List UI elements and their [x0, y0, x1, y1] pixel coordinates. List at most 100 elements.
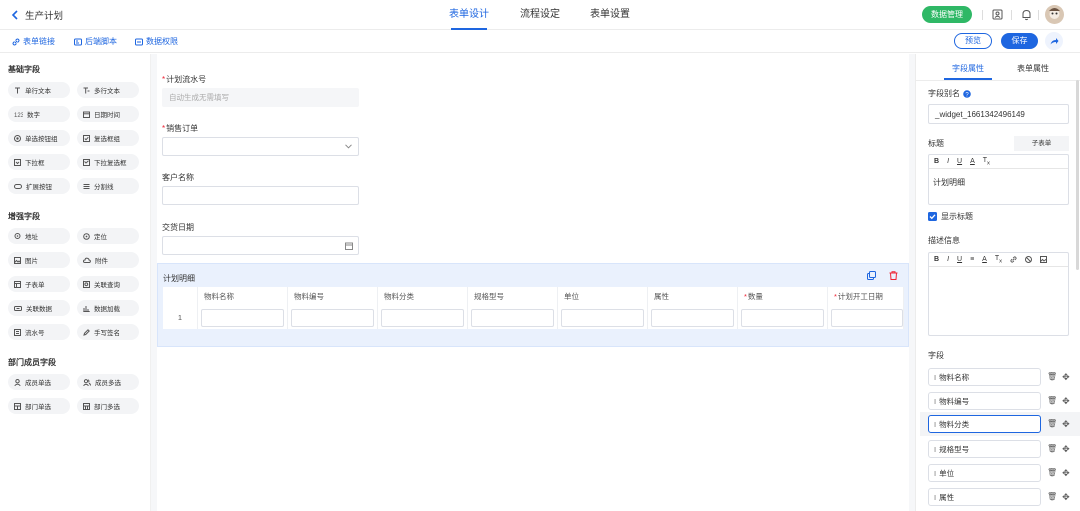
share-button[interactable] — [1045, 32, 1063, 50]
cell-input[interactable] — [471, 309, 554, 327]
cell-input[interactable] — [201, 309, 284, 327]
image-icon[interactable] — [1040, 256, 1048, 263]
table-cell[interactable] — [558, 307, 648, 329]
field-dropdown[interactable]: 下拉框 — [8, 154, 70, 170]
field-divider[interactable]: 分割线 — [77, 178, 139, 194]
field-signature[interactable]: 手写签名 — [77, 324, 139, 340]
alias-input[interactable]: _widget_1661342496149 — [928, 104, 1069, 124]
underline-icon[interactable]: U — [957, 256, 962, 263]
title-editor-content[interactable]: 计划明细 — [929, 169, 1068, 196]
field-datetime[interactable]: 日期时间 — [77, 106, 139, 122]
field-attachment[interactable]: 附件 — [77, 252, 139, 268]
field-serial-number[interactable]: 流水号 — [8, 324, 70, 340]
subfield-item[interactable]: I 属性 — [928, 488, 1041, 506]
cell-input[interactable] — [561, 309, 644, 327]
trash-icon[interactable]: 🗑 — [1047, 419, 1057, 430]
trash-icon[interactable]: 🗑 — [1047, 468, 1057, 479]
bold-icon[interactable]: B — [934, 256, 939, 263]
field-extend-button[interactable]: 扩展按钮 — [8, 178, 70, 194]
field-dept-single[interactable]: 部门单选 — [8, 398, 70, 414]
drag-handle-icon[interactable]: ✥ — [1062, 419, 1070, 430]
sales-order-select[interactable] — [162, 137, 359, 156]
field-location[interactable]: 定位 — [77, 228, 139, 244]
field-related-data[interactable]: 关联数据 — [8, 300, 70, 316]
delivery-date-input[interactable] — [162, 236, 359, 255]
cell-input[interactable] — [741, 309, 824, 327]
form-link-button[interactable]: 表单链接 — [12, 36, 55, 47]
cell-input[interactable] — [831, 309, 903, 327]
trash-icon[interactable]: 🗑 — [1047, 492, 1057, 503]
help-icon[interactable]: ? — [963, 89, 971, 98]
panel-scrollbar[interactable] — [1076, 80, 1079, 270]
table-cell[interactable] — [198, 307, 288, 329]
table-cell[interactable] — [468, 307, 558, 329]
copy-icon[interactable] — [867, 271, 876, 280]
bold-icon[interactable]: B — [934, 158, 939, 165]
font-color-icon[interactable]: A — [970, 158, 975, 165]
font-color-icon[interactable]: A — [982, 256, 987, 263]
trash-icon[interactable]: 🗑 — [1047, 444, 1057, 455]
unlink-icon[interactable] — [1025, 256, 1033, 263]
customer-name-input[interactable] — [162, 186, 359, 205]
drag-handle-icon[interactable]: ✥ — [1062, 492, 1070, 503]
table-cell[interactable] — [828, 307, 904, 329]
italic-icon[interactable]: I — [947, 158, 949, 165]
subfield-item[interactable]: I 物料名称 — [928, 368, 1041, 386]
field-number[interactable]: 123 数字 — [8, 106, 70, 122]
trash-icon[interactable] — [889, 271, 898, 280]
underline-icon[interactable]: U — [957, 158, 962, 165]
bell-icon[interactable] — [1021, 9, 1032, 21]
field-data-load[interactable]: 数据加载 — [77, 300, 139, 316]
field-related-query[interactable]: 关联查询 — [77, 276, 139, 292]
field-dept-multi[interactable]: 部门多选 — [77, 398, 139, 414]
trash-icon[interactable]: 🗑 — [1047, 396, 1057, 407]
cell-input[interactable] — [381, 309, 464, 327]
title-editor[interactable]: B I U A Tx 计划明细 — [928, 154, 1069, 205]
table-cell[interactable] — [378, 307, 468, 329]
subfield-item[interactable]: I 单位 — [928, 464, 1041, 482]
subform-block[interactable]: 计划明细 物料名称 物料编号 物料分类 规格型号 单位 属性 *数量 *计划开工… — [157, 263, 909, 347]
subfield-item[interactable]: I 规格型号 — [928, 440, 1041, 458]
italic-icon[interactable]: I — [947, 256, 949, 263]
field-multi-text[interactable]: 多行文本 — [77, 82, 139, 98]
cell-input[interactable] — [651, 309, 734, 327]
back-button[interactable]: 生产计划 — [11, 8, 63, 22]
field-address[interactable]: 地址 — [8, 228, 70, 244]
field-single-text[interactable]: 单行文本 — [8, 82, 70, 98]
drag-handle-icon[interactable]: ✥ — [1062, 372, 1070, 383]
tab-form-design[interactable]: 表单设计 — [449, 0, 489, 30]
tab-form-settings[interactable]: 表单设置 — [590, 0, 630, 30]
subfield-item[interactable]: I 物料编号 — [928, 392, 1041, 410]
field-checkbox-group[interactable]: 复选框组 — [77, 130, 139, 146]
tab-field-properties[interactable]: 字段属性 — [952, 63, 984, 74]
field-subform[interactable]: 子表单 — [8, 276, 70, 292]
align-icon[interactable]: ≡ — [970, 256, 974, 263]
save-button[interactable]: 保存 — [1001, 33, 1038, 49]
drag-handle-icon[interactable]: ✥ — [1062, 444, 1070, 455]
data-manage-button[interactable]: 数据管理 — [922, 6, 972, 23]
clear-format-icon[interactable]: Tx — [995, 255, 1002, 264]
contact-card-icon[interactable] — [992, 9, 1003, 20]
drag-handle-icon[interactable]: ✥ — [1062, 396, 1070, 407]
field-member-multi[interactable]: 成员多选 — [77, 374, 139, 390]
field-member-single[interactable]: 成员单选 — [8, 374, 70, 390]
field-dropdown-multi[interactable]: 下拉复选框 — [77, 154, 139, 170]
clear-format-icon[interactable]: Tx — [983, 157, 990, 166]
tab-process[interactable]: 流程设定 — [520, 0, 560, 30]
table-cell[interactable] — [648, 307, 738, 329]
serial-number-input[interactable]: 自动生成无需填写 — [162, 88, 359, 107]
data-permission-button[interactable]: 数据权限 — [135, 36, 178, 47]
description-editor[interactable]: B I U ≡ A Tx — [928, 252, 1069, 336]
preview-button[interactable]: 预览 — [954, 33, 992, 49]
table-cell[interactable] — [288, 307, 378, 329]
trash-icon[interactable]: 🗑 — [1047, 372, 1057, 383]
field-radio-group[interactable]: 单选按钮组 — [8, 130, 70, 146]
show-title-checkbox[interactable]: 显示标题 — [928, 211, 973, 222]
avatar[interactable] — [1045, 5, 1064, 24]
backend-script-button[interactable]: 后端脚本 — [74, 36, 117, 47]
subfield-item-selected[interactable]: I 物料分类 — [928, 415, 1041, 433]
tab-form-properties[interactable]: 表单属性 — [1017, 63, 1049, 74]
drag-handle-icon[interactable]: ✥ — [1062, 468, 1070, 479]
cell-input[interactable] — [291, 309, 374, 327]
link-icon[interactable] — [1010, 256, 1017, 263]
